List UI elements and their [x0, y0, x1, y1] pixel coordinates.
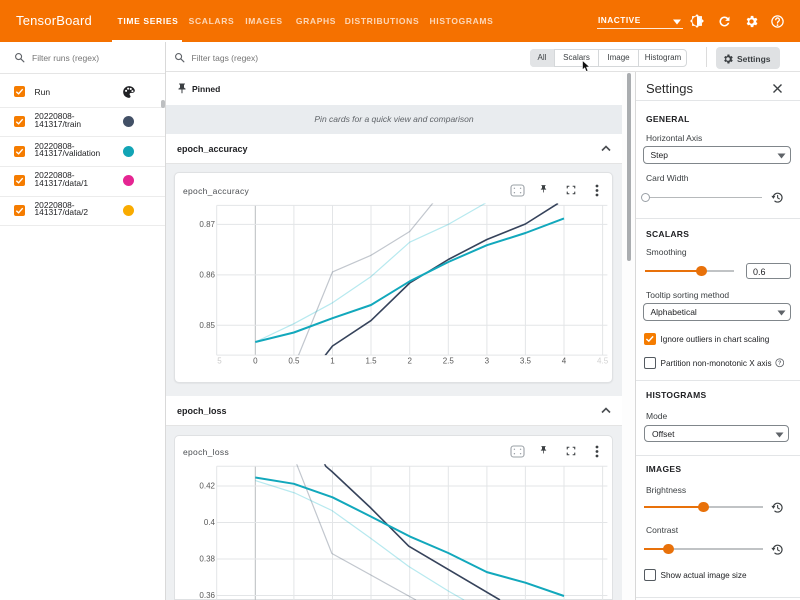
svg-text:?: ? [778, 361, 782, 367]
svg-text:0: 0 [253, 357, 258, 366]
svg-text:0.85: 0.85 [199, 321, 215, 330]
svg-text:1.5: 1.5 [365, 357, 377, 366]
svg-text:0.5: 0.5 [288, 357, 300, 366]
svg-text:0.42: 0.42 [199, 482, 215, 491]
svg-text:3: 3 [485, 357, 490, 366]
svg-text:4: 4 [562, 357, 567, 366]
svg-text:3.5: 3.5 [520, 357, 532, 366]
svg-text:0.86: 0.86 [199, 270, 215, 279]
svg-text:0.36: 0.36 [199, 591, 215, 600]
svg-text:1: 1 [330, 357, 335, 366]
svg-text:5: 5 [217, 357, 222, 366]
svg-text:2.5: 2.5 [443, 357, 455, 366]
svg-text:2: 2 [407, 357, 412, 366]
svg-text:0.4: 0.4 [204, 518, 216, 527]
svg-text:4.5: 4.5 [597, 357, 609, 366]
svg-text:0.87: 0.87 [199, 220, 215, 229]
svg-text:0.38: 0.38 [199, 555, 215, 564]
